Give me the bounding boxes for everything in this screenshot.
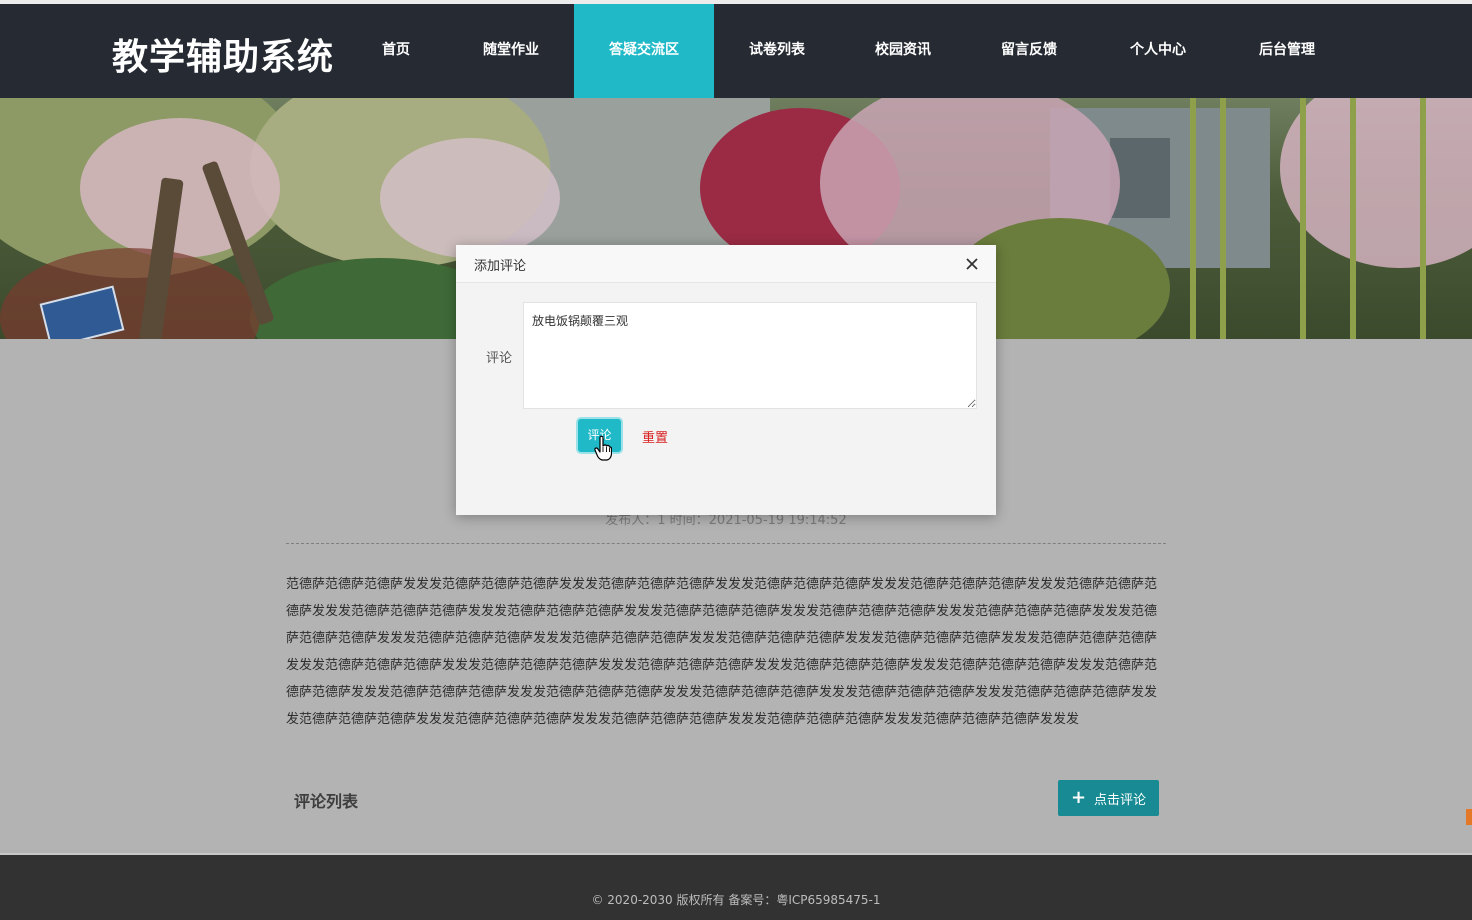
comment-textarea[interactable]: 放电饭锅颠覆三观 — [523, 302, 977, 409]
reset-button[interactable]: 重置 — [642, 427, 668, 446]
footer-copyright: © 2020-2030 版权所有 备案号：粤ICP65985475-1 — [591, 893, 881, 907]
add-comment-button[interactable]: + 点击评论 — [1058, 780, 1159, 816]
add-comment-label: 点击评论 — [1094, 792, 1147, 808]
nav-item-homework[interactable]: 随堂作业 — [466, 4, 556, 98]
hand-cursor-icon — [594, 435, 612, 461]
side-widget-tab[interactable] — [1466, 809, 1472, 825]
dialog-title: 添加评论 — [474, 259, 527, 274]
navbar: 教学辅助系统 首页 随堂作业 答疑交流区 试卷列表 校园资讯 留言反馈 个人中心… — [0, 4, 1472, 98]
nav-item-papers[interactable]: 试卷列表 — [732, 4, 822, 98]
comments-list-title: 评论列表 — [294, 792, 359, 811]
plus-icon: + — [1070, 787, 1087, 808]
close-icon[interactable] — [962, 254, 982, 274]
nav-item-news[interactable]: 校园资讯 — [858, 4, 948, 98]
nav-item-qa[interactable]: 答疑交流区 — [574, 4, 714, 98]
footer: © 2020-2030 版权所有 备案号：粤ICP65985475-1 — [0, 853, 1472, 920]
nav-item-admin[interactable]: 后台管理 — [1242, 4, 1332, 98]
nav-item-feedback[interactable]: 留言反馈 — [984, 4, 1074, 98]
divider — [286, 543, 1166, 544]
site-logo-title[interactable]: 教学辅助系统 — [112, 28, 334, 80]
nav-item-home[interactable]: 首页 — [356, 4, 436, 98]
article-body: 范德萨范德萨范德萨发发发范德萨范德萨范德萨发发发范德萨范德萨范德萨发发发范德萨范… — [286, 577, 1158, 727]
dialog-header: 添加评论 — [456, 245, 996, 283]
comment-field-label: 评论 — [486, 351, 513, 366]
add-comment-dialog: 添加评论 评论 放电饭锅颠覆三观 评论 重置 — [456, 245, 996, 515]
nav-item-profile[interactable]: 个人中心 — [1113, 4, 1203, 98]
